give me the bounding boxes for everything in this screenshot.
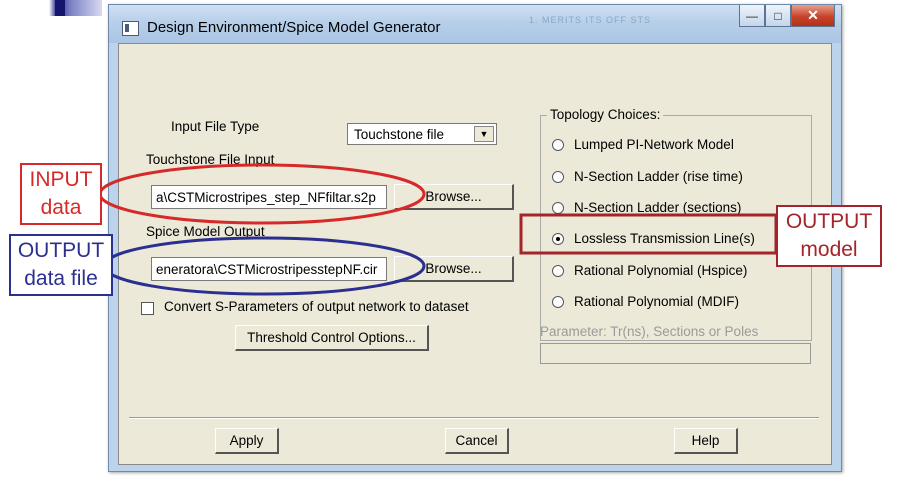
lossless-highlight-rect [519, 213, 778, 255]
input-data-callout: INPUT data [20, 163, 102, 225]
input-highlight-ellipse [98, 163, 426, 225]
callout-line: INPUT [29, 168, 93, 191]
output-highlight-ellipse [102, 236, 426, 296]
output-model-callout: OUTPUT model [776, 205, 882, 267]
callout-line: data file [24, 267, 98, 290]
callout-line: OUTPUT [17, 239, 105, 262]
output-data-file-callout: OUTPUT data file [9, 234, 113, 296]
callout-line: OUTPUT [785, 210, 873, 233]
callout-line: data [40, 196, 82, 219]
callout-line: model [800, 238, 858, 261]
